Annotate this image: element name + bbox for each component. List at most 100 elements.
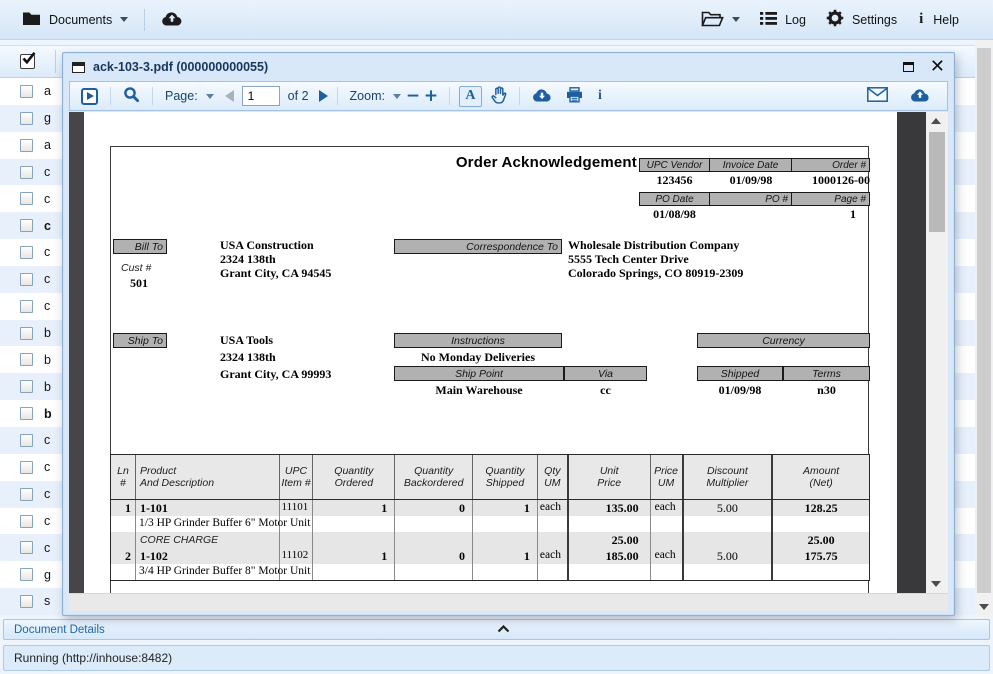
zoom-out-button[interactable]: − <box>404 88 422 104</box>
page-number-input[interactable] <box>242 86 280 106</box>
row-checkbox[interactable] <box>20 112 33 125</box>
row-checkbox[interactable] <box>20 300 33 313</box>
zoom-in-button[interactable]: + <box>422 88 440 104</box>
item-cell <box>537 516 567 532</box>
item-cell: 25.00 <box>771 532 869 548</box>
ship-to-address: USA Tools 2324 138th Grant City, CA 9999… <box>220 332 331 383</box>
item-cell <box>312 564 394 580</box>
item-cell <box>682 532 772 548</box>
row-checkbox[interactable] <box>20 273 33 286</box>
header-page-number: Page # <box>792 192 870 206</box>
previous-page-button[interactable] <box>225 90 234 102</box>
upload-to-cloud-button[interactable] <box>907 88 933 105</box>
item-cell <box>394 532 472 548</box>
help-button[interactable]: i Help <box>907 0 969 39</box>
open-document-button[interactable] <box>691 0 750 39</box>
item-cell <box>567 516 650 532</box>
viewer-titlebar: ack-103-3.pdf (000000000055) ✕ <box>63 53 954 81</box>
close-button[interactable]: ✕ <box>930 60 945 74</box>
items-column-header: Amount(Net) <box>771 455 869 499</box>
item-cell: 25.00 <box>567 532 650 548</box>
page-menu-button[interactable]: Page: <box>162 89 217 103</box>
item-cell <box>472 564 537 580</box>
document-info-button[interactable]: i <box>592 88 608 104</box>
scroll-down-arrow-icon[interactable] <box>979 604 989 610</box>
search-icon <box>123 86 140 106</box>
document-name-truncated: b <box>44 407 52 421</box>
row-checkbox[interactable] <box>20 380 33 393</box>
po-number-value <box>710 206 792 223</box>
ship-point-value: Main Warehouse <box>394 383 564 398</box>
document-details-label: Document Details <box>14 624 497 636</box>
log-button[interactable]: Log <box>750 0 816 39</box>
upload-button[interactable] <box>151 0 193 39</box>
search-button[interactable] <box>120 86 143 106</box>
text-select-button[interactable]: A <box>459 86 482 107</box>
page-count-label: of 2 <box>288 89 309 103</box>
item-line: 21-10211102101each185.00each5.00175.75 <box>111 548 869 564</box>
bill-to-address: USA Construction 2324 138th Grant City, … <box>220 238 331 280</box>
cloud-download-icon <box>532 88 552 105</box>
status-text: Running (http://inhouse:8482) <box>14 651 172 665</box>
pan-tool-button[interactable] <box>488 86 510 107</box>
items-column-header: QtyUM <box>537 455 567 499</box>
row-checkbox[interactable] <box>20 541 33 554</box>
items-column-header: QuantityBackordered <box>394 455 472 499</box>
item-cell <box>682 564 772 580</box>
horizontal-scroll-area[interactable] <box>69 593 948 611</box>
folder-icon <box>22 11 41 29</box>
chevron-up-icon[interactable] <box>497 624 980 636</box>
next-page-button[interactable] <box>319 90 328 102</box>
settings-button[interactable]: Settings <box>816 0 907 39</box>
scroll-up-arrow-icon[interactable] <box>931 118 941 124</box>
row-checkbox[interactable] <box>20 192 33 205</box>
item-line: CORE CHARGE 25.00 25.00 <box>111 532 869 548</box>
folder-open-icon <box>701 10 724 30</box>
zoom-menu-button[interactable]: Zoom: <box>347 89 404 103</box>
row-checkbox[interactable] <box>20 595 33 608</box>
item-cell: 185.00 <box>567 548 650 564</box>
row-checkbox[interactable] <box>20 434 33 447</box>
row-checkbox[interactable] <box>20 515 33 528</box>
row-checkbox[interactable] <box>20 166 33 179</box>
row-checkbox[interactable] <box>20 353 33 366</box>
download-button[interactable] <box>529 88 555 105</box>
viewer-scrollbar[interactable] <box>926 112 948 593</box>
item-cell <box>650 516 682 532</box>
help-label: Help <box>933 13 959 27</box>
document-details-bar[interactable]: Document Details <box>3 619 990 640</box>
thumbnails-panel-button[interactable] <box>78 88 101 105</box>
maximize-button[interactable] <box>903 62 914 72</box>
scrollbar-thumb[interactable] <box>929 132 945 232</box>
toolbar-divider <box>337 87 338 105</box>
item-description: 3/4 HP Grinder Buffer 8" Motor Unit <box>139 565 310 577</box>
item-cell: each <box>537 548 567 564</box>
row-checkbox[interactable] <box>20 139 33 152</box>
row-checkbox[interactable] <box>20 219 33 232</box>
header-invoice-date: Invoice Date <box>710 158 792 172</box>
main-scrollbar[interactable] <box>975 40 993 617</box>
zoom-label: Zoom: <box>350 89 385 103</box>
row-checkbox[interactable] <box>20 568 33 581</box>
documents-menu-button[interactable]: Documents <box>12 0 138 39</box>
item-cell: 0 <box>394 500 472 516</box>
row-checkbox[interactable] <box>20 327 33 340</box>
item-cell <box>111 532 135 548</box>
row-checkbox[interactable] <box>20 85 33 98</box>
row-checkbox[interactable] <box>20 461 33 474</box>
row-checkbox[interactable] <box>20 488 33 501</box>
row-checkbox[interactable] <box>20 407 33 420</box>
email-button[interactable] <box>864 87 891 105</box>
scrollbar-thumb[interactable] <box>977 48 991 593</box>
row-checkbox[interactable] <box>20 246 33 259</box>
scroll-down-arrow-icon[interactable] <box>931 581 941 587</box>
item-cell: CORE CHARGE <box>135 532 279 548</box>
document-name-truncated: c <box>44 272 50 286</box>
envelope-icon <box>867 87 888 105</box>
item-cell <box>394 516 472 532</box>
ship-point-label: Ship Point <box>394 366 564 381</box>
documents-menu-label: Documents <box>49 13 112 27</box>
print-button[interactable] <box>563 87 586 106</box>
select-all-checkbox[interactable] <box>20 54 35 69</box>
header-order-number: Order # <box>792 158 870 172</box>
